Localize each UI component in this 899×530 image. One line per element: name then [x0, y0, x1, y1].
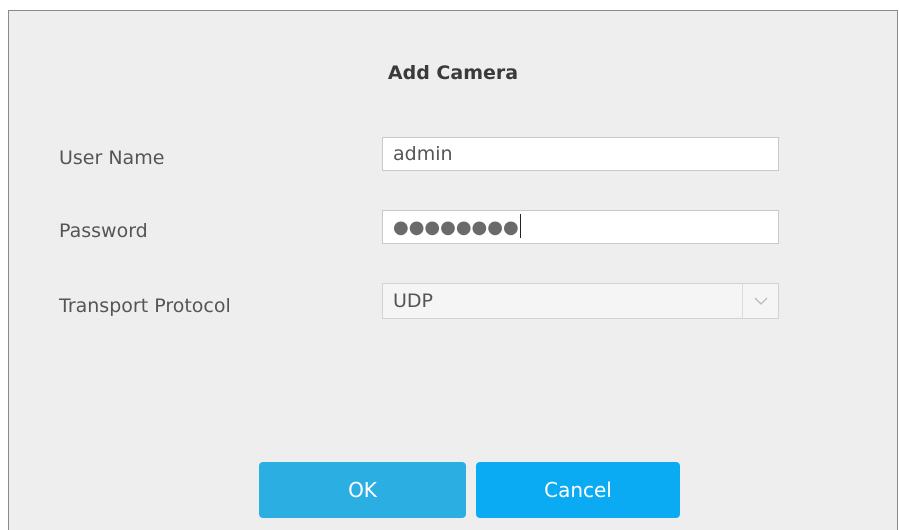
ok-button[interactable]: OK	[259, 462, 466, 518]
transport-protocol-label: Transport Protocol	[59, 295, 231, 317]
password-label: Password	[59, 220, 148, 242]
add-camera-dialog: Add Camera User Name admin Password ●●●●…	[8, 10, 898, 530]
dialog-title: Add Camera	[387, 62, 519, 84]
chevron-down-icon[interactable]	[742, 284, 778, 318]
username-value: admin	[393, 143, 453, 165]
password-input[interactable]: ●●●●●●●●	[382, 210, 779, 244]
transport-protocol-value: UDP	[393, 290, 433, 312]
transport-protocol-select[interactable]: UDP	[382, 283, 779, 319]
cancel-button[interactable]: Cancel	[476, 462, 680, 518]
password-masked-value: ●●●●●●●●	[393, 217, 519, 238]
text-caret	[519, 213, 522, 238]
username-label: User Name	[59, 147, 165, 169]
username-input[interactable]: admin	[382, 137, 779, 171]
